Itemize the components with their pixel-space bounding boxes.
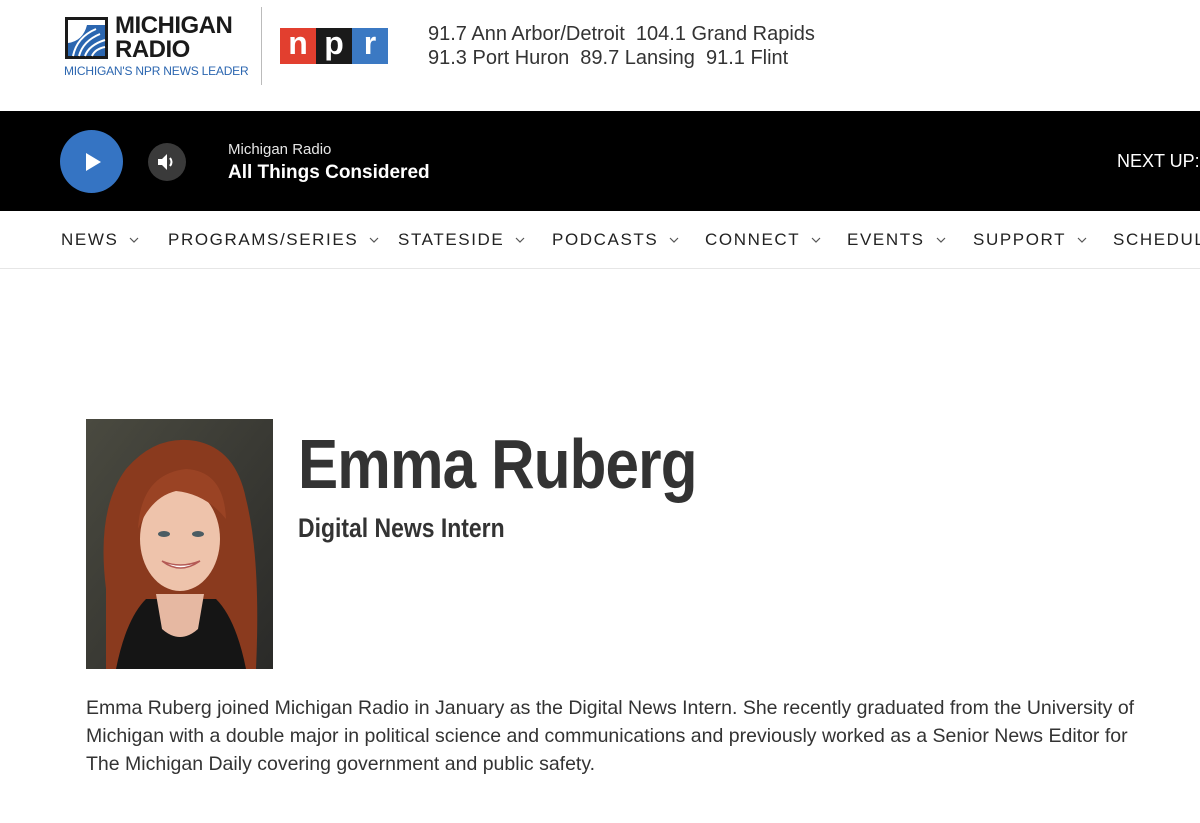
profile-photo [86,419,273,669]
nav-label: CONNECT [705,230,801,249]
logo-tagline: MICHIGAN'S NPR NEWS LEADER [64,64,249,78]
play-icon [85,152,101,171]
portrait-image [86,419,273,669]
michigan-radio-logo[interactable]: MICHIGAN RADIO MICHIGAN'S NPR NEWS LEADE… [64,12,249,79]
profile-name: Emma Ruberg [298,425,698,503]
nav-item-news[interactable]: NEWS [61,211,140,268]
chevron-down-icon [1076,234,1088,246]
nav-label: PROGRAMS/SERIES [168,230,359,249]
nav-item-connect[interactable]: CONNECT [705,211,822,268]
logo-line-radio: RADIO [115,36,190,63]
profile-title: Digital News Intern [298,513,505,543]
nav-label: PODCASTS [552,230,659,249]
volume-button[interactable] [148,143,186,181]
nav-label: STATESIDE [398,230,505,249]
chevron-down-icon [514,234,526,246]
stations-line-2: 91.3 Port Huron 89.7 Lansing 91.1 Flint [428,47,789,69]
play-button[interactable] [60,130,123,193]
now-playing-station: Michigan Radio [228,141,332,158]
chevron-down-icon [368,234,380,246]
station-frequencies: 91.7 Ann Arbor/Detroit 104.1 Grand Rapid… [428,22,815,70]
now-playing-program[interactable]: All Things Considered [228,162,430,184]
chevron-down-icon [935,234,947,246]
nav-item-programs-series[interactable]: PROGRAMS/SERIES [168,211,380,268]
chevron-down-icon [128,234,140,246]
header-divider [261,7,262,85]
next-up-label: NEXT UP: [1117,151,1200,171]
nav-label: SCHEDULE [1113,230,1200,249]
site-header: MICHIGAN RADIO MICHIGAN'S NPR NEWS LEADE… [0,0,1200,111]
live-player-bar: Michigan Radio All Things Considered NEX… [0,111,1200,211]
chevron-down-icon [810,234,822,246]
nav-item-schedule[interactable]: SCHEDULE [1113,211,1200,268]
nav-item-podcasts[interactable]: PODCASTS [552,211,680,268]
profile-bio: Emma Ruberg joined Michigan Radio in Jan… [86,697,1135,775]
chevron-down-icon [668,234,680,246]
logo-wordmark: MICHIGAN RADIO [115,12,233,63]
nav-label: SUPPORT [973,230,1067,249]
speaker-icon [158,154,173,170]
nav-label: NEWS [61,230,119,249]
npr-logo-n: n [280,25,316,64]
npr-logo[interactable]: n p r [280,25,388,64]
nav-item-stateside[interactable]: STATESIDE [398,211,526,268]
npr-logo-p: p [316,25,352,64]
nav-item-events[interactable]: EVENTS [847,211,947,268]
michigan-radio-logo-icon [65,17,108,59]
logo-line-michigan: MICHIGAN [115,12,233,39]
stations-line-1: 91.7 Ann Arbor/Detroit 104.1 Grand Rapid… [428,23,815,45]
nav-item-support[interactable]: SUPPORT [973,211,1088,268]
npr-logo-r: r [352,25,388,64]
main-navigation: NEWS PROGRAMS/SERIES STATESIDE PODCASTS … [0,211,1200,269]
nav-label: EVENTS [847,230,925,249]
